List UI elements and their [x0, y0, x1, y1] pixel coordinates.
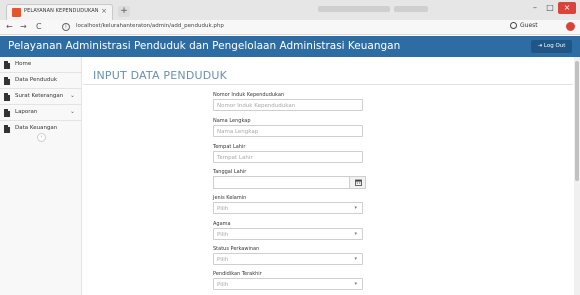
maximize-button[interactable]: □ [543, 2, 557, 14]
page-title: INPUT DATA PENDUDUK [93, 69, 228, 82]
browser-tab[interactable]: PELAYANAN KEPENDUDUKAN × [6, 4, 113, 20]
forward-icon[interactable]: → [20, 22, 27, 32]
nama-field[interactable]: Nama Lengkap [213, 125, 363, 137]
reload-icon[interactable]: C [36, 22, 42, 32]
address-bar: ← → C i localhost/kelurahanteraton/admin… [0, 20, 580, 35]
app-title: Pelayanan Administrasi Penduduk dan Peng… [8, 40, 401, 52]
document-icon [4, 93, 10, 101]
chevron-down-icon: ▾ [354, 205, 357, 211]
app-header: Pelayanan Administrasi Penduduk dan Peng… [0, 36, 580, 57]
chevron-down-icon: ▾ [354, 256, 357, 262]
window-title-blur [318, 6, 390, 12]
new-tab-button[interactable]: + [118, 6, 130, 17]
window-controls: – □ × [528, 2, 576, 14]
chevron-down-icon: ⌄ [69, 108, 75, 115]
sidebar-item-label: Laporan [15, 109, 38, 115]
sidebar-item-label: Surat Keterangan [15, 93, 64, 99]
tab-title: PELAYANAN KEPENDUDUKAN [24, 8, 99, 14]
agama-select[interactable]: Pilih ▾ [213, 228, 363, 240]
jenis-kelamin-label: Jenis Kelamin [213, 195, 247, 201]
info-icon[interactable]: i [62, 23, 70, 31]
divider [83, 84, 573, 85]
tanggal-lahir-field[interactable] [213, 176, 366, 189]
page-scrollbar[interactable] [574, 57, 580, 295]
user-icon [510, 22, 517, 29]
profile-button[interactable]: Guest [510, 22, 538, 29]
sidebar-item-label: Data Keuangan [15, 125, 58, 131]
logout-label: Log Out [543, 43, 566, 49]
sidebar-collapse-button[interactable]: ‹ [37, 133, 46, 142]
pendidikan-label: Pendidikan Terakhir [213, 271, 262, 277]
tempat-lahir-label: Tempat Lahir [213, 144, 246, 150]
tempat-lahir-placeholder: Tempat Lahir [217, 155, 253, 161]
document-icon [4, 125, 10, 133]
sidebar-item-home[interactable]: Home [0, 57, 82, 73]
browser-menu-icon[interactable] [566, 22, 575, 31]
nama-label: Nama Lengkap [213, 118, 251, 124]
nik-placeholder: Nomor Induk Kependudukan [217, 103, 296, 109]
jenis-kelamin-select[interactable]: Pilih ▾ [213, 202, 363, 214]
agama-selected: Pilih [217, 232, 229, 238]
sidebar-item-data-penduduk[interactable]: Data Penduduk [0, 73, 82, 89]
sidebar-item-surat-keterangan[interactable]: Surat Keterangan ⌄ [0, 89, 82, 105]
close-window-button[interactable]: × [558, 2, 576, 14]
window-title-blur-secondary [394, 6, 428, 12]
document-icon [4, 77, 10, 85]
document-icon [4, 61, 10, 69]
pendidikan-selected: Pilih [217, 282, 229, 288]
scrollbar-thumb[interactable] [575, 61, 579, 181]
sidebar: Home Data Penduduk Surat Keterangan ⌄ La… [0, 57, 82, 295]
url-field[interactable]: localhost/kelurahanteraton/admin/add_pen… [76, 23, 224, 29]
sidebar-item-laporan[interactable]: Laporan ⌄ [0, 105, 82, 121]
minimize-button[interactable]: – [528, 2, 542, 14]
sidebar-item-label: Home [15, 61, 32, 67]
tanggal-lahir-label: Tanggal Lahir [213, 169, 247, 175]
logout-button[interactable]: ⇥ Log Out [531, 40, 572, 53]
chevron-down-icon: ▾ [354, 231, 357, 237]
profile-label: Guest [520, 22, 538, 29]
calendar-icon[interactable] [349, 177, 365, 188]
chevron-down-icon: ⌄ [69, 92, 75, 99]
chevron-down-icon: ▾ [354, 281, 357, 287]
tempat-lahir-field[interactable]: Tempat Lahir [213, 151, 363, 163]
favicon-icon [12, 8, 21, 17]
status-perkawinan-selected: Pilih [217, 257, 229, 263]
jenis-kelamin-selected: Pilih [217, 206, 229, 212]
nama-placeholder: Nama Lengkap [217, 129, 259, 135]
nik-field[interactable]: Nomor Induk Kependudukan [213, 99, 363, 111]
sidebar-item-label: Data Penduduk [15, 77, 58, 83]
tab-close-icon[interactable]: × [101, 7, 107, 15]
back-icon[interactable]: ← [6, 22, 13, 32]
document-icon [4, 109, 10, 117]
logout-icon: ⇥ [537, 43, 543, 49]
agama-label: Agama [213, 221, 231, 227]
nik-label: Nomor Induk Kependudukan [213, 92, 285, 98]
browser-tab-bar: PELAYANAN KEPENDUDUKAN × + – □ × [0, 0, 580, 20]
pendidikan-select[interactable]: Pilih ▾ [213, 278, 363, 290]
status-perkawinan-select[interactable]: Pilih ▾ [213, 253, 363, 265]
status-perkawinan-label: Status Perkawinan [213, 246, 260, 252]
